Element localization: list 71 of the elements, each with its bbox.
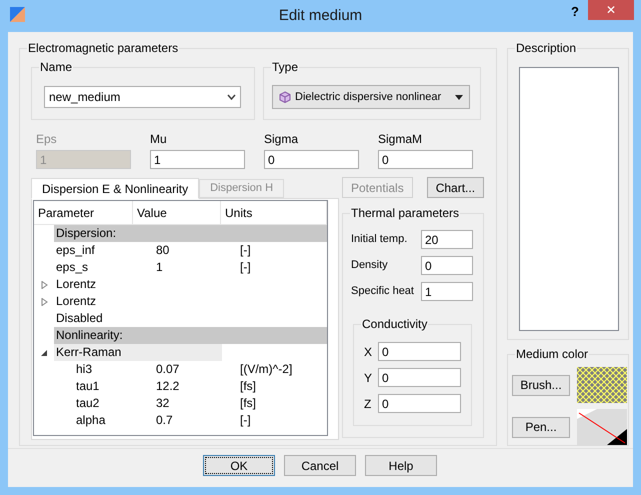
expand-arrow-icon[interactable] xyxy=(40,280,48,288)
expand-arrow-icon[interactable] xyxy=(40,298,48,306)
parameter-cell-text: tau2 xyxy=(75,395,100,412)
tree-item[interactable]: Kerr-Raman xyxy=(54,344,222,361)
field-label: Specific heat xyxy=(351,284,415,300)
collapse-arrow-icon[interactable] xyxy=(40,348,48,356)
field-label: Density xyxy=(351,258,389,274)
field-label: SigmaM xyxy=(378,132,424,146)
field-label: Y xyxy=(364,370,374,386)
units-cell-text: [(V/m)^-2] xyxy=(239,361,292,378)
dialog-button[interactable]: Help xyxy=(365,455,437,476)
close-button[interactable]: ✕ xyxy=(588,0,634,20)
group-title: Description xyxy=(515,40,578,56)
section-header: Dispersion: xyxy=(54,225,327,242)
units-cell-text: [-] xyxy=(239,412,251,429)
parameter-cell-text: tau1 xyxy=(75,378,100,395)
column-header[interactable]: Parameter xyxy=(34,201,133,224)
value-cell-text: 32 xyxy=(155,395,170,412)
field-label: Mu xyxy=(150,132,168,146)
value-cell-text: 0.7 xyxy=(155,412,174,429)
description-textarea[interactable] xyxy=(519,67,619,331)
units-cell-text: [-] xyxy=(239,242,251,259)
brush-button[interactable]: Brush... xyxy=(512,374,570,396)
parameter-cell-text: alpha xyxy=(75,412,106,429)
field-label: Initial temp. xyxy=(351,232,408,248)
cube-icon xyxy=(279,91,291,103)
text-field[interactable]: 20 xyxy=(421,230,473,249)
type-dropdown[interactable]: Dielectric dispersive nonlinear xyxy=(272,85,470,109)
side-button[interactable]: Chart... xyxy=(426,177,484,198)
group-title: Thermal parameters xyxy=(350,205,460,221)
section-header: Nonlinearity: xyxy=(54,327,327,344)
pen-button[interactable]: Pen... xyxy=(512,416,570,438)
value-cell-text: 1 xyxy=(155,259,164,276)
text-field[interactable]: 0 xyxy=(264,150,359,169)
text-field[interactable]: 1 xyxy=(150,150,245,169)
parameter-cell-text: hi3 xyxy=(75,361,94,378)
window-title: Edit medium xyxy=(278,6,362,26)
units-cell-text: [-] xyxy=(239,259,251,276)
field-label: X xyxy=(364,344,374,360)
parameter-cell-text: Disabled xyxy=(55,310,104,327)
units-cell-text: [fs] xyxy=(239,378,256,395)
field-label: Eps xyxy=(36,132,58,146)
name-dropdown[interactable]: new_medium xyxy=(44,86,241,108)
column-header[interactable]: Units xyxy=(221,201,327,224)
tree-item[interactable]: Lorentz xyxy=(54,293,222,310)
value-cell-text: 0.07 xyxy=(155,361,180,378)
dialog-button[interactable]: Cancel xyxy=(284,455,356,476)
dialog-button[interactable]: OK xyxy=(203,455,275,476)
value-cell-text: 12.2 xyxy=(155,378,180,395)
chevron-down-icon xyxy=(227,94,236,100)
group-title: Conductivity xyxy=(361,316,428,332)
tab[interactable]: Dispersion E & Nonlinearity xyxy=(31,178,200,199)
app-icon xyxy=(10,7,25,22)
help-button[interactable]: ? xyxy=(565,2,585,22)
text-field[interactable]: 0 xyxy=(378,368,461,387)
field-label: Z xyxy=(364,396,372,412)
parameter-cell-text: eps_inf xyxy=(55,242,96,259)
field-label: Sigma xyxy=(264,132,300,146)
text-field[interactable]: 1 xyxy=(421,282,473,301)
caret-down-icon xyxy=(455,94,463,100)
tree-item[interactable]: Lorentz xyxy=(54,276,222,293)
text-field[interactable]: 0 xyxy=(421,256,473,275)
units-cell-text: [fs] xyxy=(239,395,256,412)
column-header[interactable]: Value xyxy=(133,201,221,224)
value-cell-text: 80 xyxy=(155,242,170,259)
text-field[interactable]: 0 xyxy=(378,342,461,361)
parameter-cell-text: eps_s xyxy=(55,259,90,276)
text-field[interactable]: 0 xyxy=(378,394,461,413)
group-title: Electromagnetic parameters xyxy=(27,40,180,56)
text-field[interactable]: 0 xyxy=(378,150,473,169)
hatch-pattern-drawing xyxy=(577,367,627,403)
